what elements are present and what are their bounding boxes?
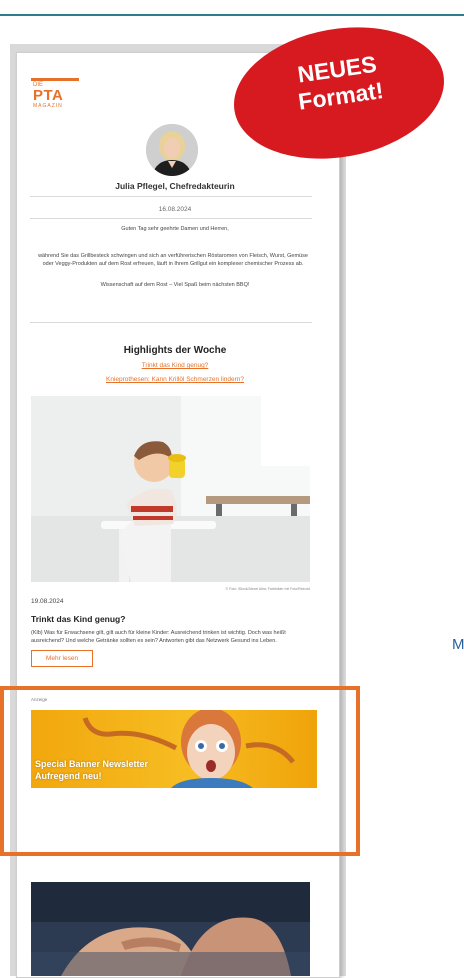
highlights-title: Highlights der Woche — [123, 345, 227, 356]
highlight-link-2[interactable]: Knieprothesen: Kann Krillöl Schmerzen li… — [30, 376, 320, 383]
logo-sub: MAGAZIN — [33, 103, 63, 109]
ad-label: Anzeige — [31, 697, 48, 702]
new-format-badge: NEUES Format! — [226, 18, 446, 168]
read-more-button[interactable]: Mehr lesen — [31, 650, 93, 667]
logo-name: PTA — [33, 87, 64, 104]
author-avatar — [146, 124, 198, 176]
article-date: 19.08.2024 — [31, 598, 64, 605]
top-divider-line — [0, 14, 464, 16]
article-teaser: (Klb) Was für Erwachsene gilt, gilt auch… — [31, 630, 286, 644]
image-credit: © Foto: iStock/Alexei Alba; Farbbilder m… — [225, 587, 310, 591]
intro-text: während Sie das Grillbesteck schwingen u… — [38, 253, 308, 267]
banner-line-1: Special Banner Newsletter — [35, 759, 149, 769]
article-title[interactable]: Trinkt das Kind genug? — [31, 614, 125, 624]
greeting-text: Guten Tag sehr geehrte Damen und Herren, — [121, 226, 229, 232]
second-article-image[interactable] — [31, 882, 310, 976]
logo-bar — [31, 78, 79, 81]
pta-logo[interactable]: DIE PTA MAGAZIN — [31, 78, 79, 109]
divider — [30, 196, 312, 197]
article-image[interactable] — [31, 396, 310, 582]
banner-line-2: Aufregend neu! — [35, 771, 102, 781]
divider — [30, 218, 312, 219]
author-name: Julia Pflegel, Chefredakteurin — [115, 181, 235, 191]
ad-banner[interactable]: Special Banner Newsletter Aufregend neu! — [31, 710, 317, 788]
banner-text: Special Banner Newsletter Aufregend neu! — [35, 758, 148, 782]
divider — [30, 322, 312, 323]
highlight-link-1[interactable]: Trinkt das Kind genug? — [30, 362, 320, 369]
side-text-fragment: M — [452, 636, 464, 653]
newsletter-date: 16.08.2024 — [158, 206, 192, 213]
closing-text: Wissenschaft auf dem Rost – Viel Spaß be… — [100, 282, 250, 288]
